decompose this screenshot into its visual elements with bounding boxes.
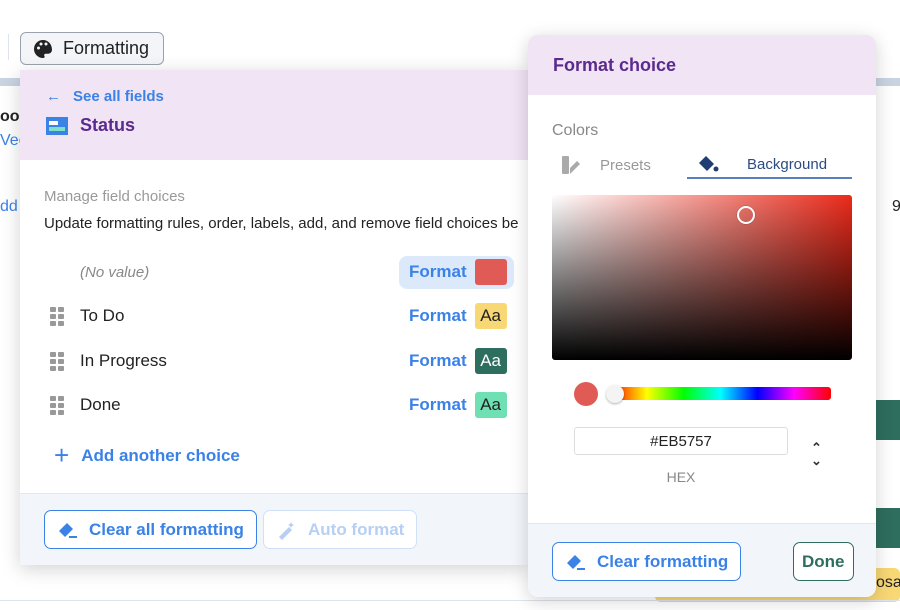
format-choice-title: Format choice (528, 35, 876, 95)
format-button[interactable]: Format Aa (399, 300, 514, 333)
divider (8, 34, 9, 60)
auto-format-label: Auto format (308, 519, 405, 539)
format-button[interactable]: Format Aa (399, 389, 514, 422)
hue-slider[interactable] (610, 387, 831, 400)
see-all-fields-label: See all fields (73, 88, 164, 105)
section-title: Manage field choices (44, 188, 185, 205)
drag-handle-icon[interactable] (50, 306, 64, 326)
format-button[interactable]: Format Aa (399, 345, 514, 378)
hue-slider-handle[interactable] (606, 385, 624, 403)
choice-row: In Progress Format Aa (20, 344, 528, 378)
add-choice-button[interactable]: + Add another choice (54, 440, 240, 471)
hex-label: HEX (666, 469, 696, 485)
chevron-down-icon: ⌄ (811, 453, 822, 468)
section-description: Update formatting rules, order, labels, … (44, 215, 519, 232)
format-label: Format (409, 395, 467, 414)
palette-icon (34, 39, 52, 58)
field-panel-footer: Clear all formatting Auto format (20, 493, 528, 565)
background-green-cell (876, 508, 900, 548)
color-swatch: Aa (474, 303, 507, 329)
clear-formatting-button[interactable]: Clear formatting (552, 542, 742, 581)
saturation-value-picker[interactable] (552, 195, 852, 360)
formatting-button[interactable]: Formatting (20, 32, 164, 65)
choice-label[interactable]: Done (80, 395, 121, 415)
add-choice-label: Add another choice (81, 445, 240, 465)
background-text: dd (0, 198, 18, 215)
done-button[interactable]: Done (793, 542, 854, 581)
done-label: Done (802, 551, 845, 571)
swatches-icon (562, 156, 580, 174)
background-text: osal (876, 574, 900, 591)
choice-label[interactable]: To Do (80, 306, 124, 326)
single-select-field-icon (46, 116, 68, 135)
formatting-label: Formatting (63, 38, 150, 58)
tab-label: Presets (600, 156, 651, 174)
color-mode-toggle[interactable]: ⌃ ⌄ (811, 441, 822, 467)
clear-formatting-label: Clear formatting (597, 551, 729, 571)
color-swatch: Aa (474, 392, 507, 418)
format-choice-panel: Format choice Colors Presets Background … (528, 35, 876, 597)
format-label: Format (409, 306, 467, 325)
plus-icon: + (54, 440, 70, 470)
clear-all-formatting-button[interactable]: Clear all formatting (44, 510, 257, 549)
color-swatch (474, 259, 507, 285)
arrow-left-icon: ← (46, 88, 61, 105)
color-tabs: Presets Background (552, 151, 852, 179)
format-button[interactable]: Format (399, 255, 514, 289)
tab-background[interactable]: Background (687, 151, 852, 179)
choice-label: (No value) (80, 263, 150, 281)
tab-presets[interactable]: Presets (562, 151, 651, 179)
selected-color-preview (574, 382, 598, 406)
eraser-icon (59, 522, 77, 538)
clear-all-label: Clear all formatting (89, 519, 244, 539)
field-panel-header: ← See all fields Status (20, 70, 528, 160)
background-text: 9 (892, 198, 900, 215)
paint-bucket-icon (699, 156, 719, 172)
format-label: Format (409, 351, 467, 370)
tab-label: Background (747, 155, 828, 173)
auto-format-button[interactable]: Auto format (263, 510, 418, 549)
grid-line (0, 600, 900, 601)
drag-handle-icon[interactable] (50, 351, 64, 371)
eraser-icon (567, 554, 585, 570)
format-panel-footer: Clear formatting Done (528, 523, 876, 597)
color-picker-handle[interactable] (737, 206, 755, 224)
magic-wand-icon (279, 521, 294, 540)
drag-handle-icon[interactable] (50, 395, 64, 415)
format-label: Format (409, 262, 467, 281)
see-all-fields-link[interactable]: ← See all fields (46, 88, 528, 105)
field-title: Status (46, 115, 528, 136)
choice-label[interactable]: In Progress (80, 351, 167, 371)
background-green-cell (876, 400, 900, 440)
colors-label: Colors (552, 122, 599, 139)
choice-row: To Do Format Aa (20, 299, 528, 333)
choice-row: Done Format Aa (20, 388, 528, 422)
field-format-panel: ← See all fields Status Manage field cho… (20, 70, 528, 565)
hex-input[interactable] (574, 427, 788, 455)
choice-row: (No value) Format (20, 255, 528, 289)
field-name: Status (80, 115, 136, 135)
color-swatch: Aa (474, 348, 507, 374)
